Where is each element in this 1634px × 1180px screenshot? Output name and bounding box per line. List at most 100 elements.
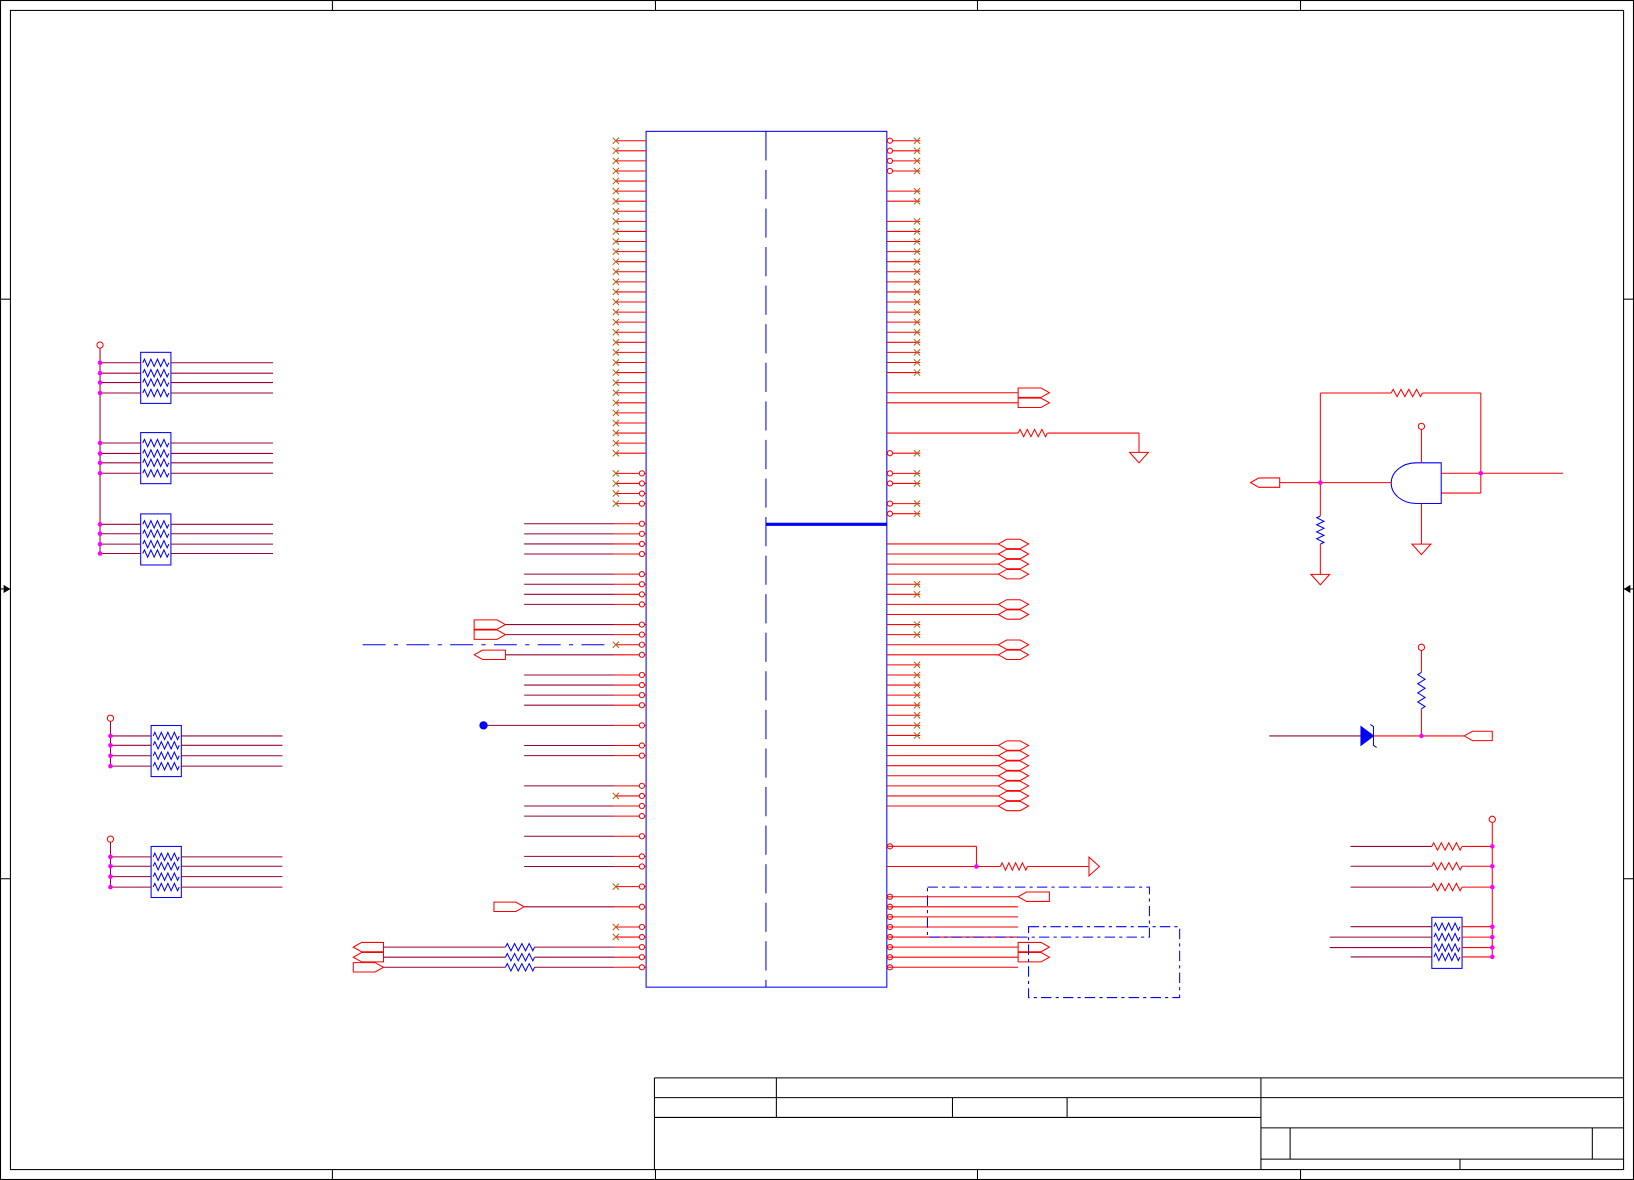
resistor-icon xyxy=(1431,841,1463,852)
resistor-icon xyxy=(1431,861,1463,872)
right-pin xyxy=(886,187,921,195)
right-pin xyxy=(886,701,921,709)
left-pin xyxy=(612,389,647,397)
left-pin xyxy=(612,348,647,356)
left-pin-net xyxy=(524,863,647,870)
right-pin xyxy=(886,671,921,679)
right-pin-net xyxy=(886,770,1030,781)
pin-marker xyxy=(638,933,646,941)
junction-dot xyxy=(108,733,113,739)
resistor-element xyxy=(142,438,170,448)
port-icon xyxy=(997,790,1030,802)
right-pin xyxy=(886,580,921,588)
left-pin xyxy=(612,288,647,296)
left-pin xyxy=(612,429,647,437)
left-pin xyxy=(612,439,647,447)
pin-marker xyxy=(638,964,646,971)
diode-body xyxy=(1360,725,1375,747)
resistor-element xyxy=(152,851,180,862)
port-icon xyxy=(1017,387,1051,398)
junction-dot xyxy=(97,360,103,366)
right-pin xyxy=(886,691,921,699)
resistor-element xyxy=(152,761,180,772)
junction-dot xyxy=(97,522,103,527)
title-block xyxy=(653,1077,1624,1170)
left-ports xyxy=(362,619,613,913)
right-pin xyxy=(886,510,921,518)
left-pin-net xyxy=(524,812,647,820)
port-icon xyxy=(352,951,385,963)
resistor-element xyxy=(142,357,170,368)
pin-marker xyxy=(638,802,646,810)
right-pin-net xyxy=(886,750,1030,761)
gate-circuit xyxy=(1249,388,1564,586)
ground-icon xyxy=(1309,573,1331,586)
left-pin xyxy=(612,479,647,487)
left-pin xyxy=(612,318,647,326)
right-pin xyxy=(886,711,921,719)
left-pin-net xyxy=(524,853,647,860)
left-pin xyxy=(612,358,647,366)
pin-marker xyxy=(638,792,646,800)
right-pin xyxy=(886,721,921,729)
resistor-element xyxy=(1433,932,1461,943)
left-pin-net xyxy=(524,591,647,598)
right-pin-net xyxy=(886,964,1019,971)
pin-marker xyxy=(638,883,646,890)
left-pin-net xyxy=(524,752,647,759)
port-icon xyxy=(997,639,1030,650)
port-icon xyxy=(352,941,385,953)
right-pin-net xyxy=(886,599,1030,610)
port-icon xyxy=(1017,891,1050,902)
left-pin xyxy=(612,147,647,155)
port-icon xyxy=(352,962,385,973)
pin-marker xyxy=(638,500,646,507)
power-pin-icon xyxy=(96,341,104,349)
resistor-network-icon xyxy=(140,513,172,566)
left-pin xyxy=(612,409,647,417)
junction-dot xyxy=(1489,844,1495,849)
port-icon xyxy=(473,629,507,640)
resistor-element xyxy=(142,539,170,550)
pin-marker xyxy=(638,833,646,840)
right-pin-net xyxy=(886,639,1030,650)
right-pin xyxy=(886,157,921,165)
right-pin-net xyxy=(886,740,1030,751)
resistor-network-bank-lower-left xyxy=(106,714,283,778)
right-pin xyxy=(886,288,921,296)
outer-border xyxy=(0,0,1634,1180)
pin-marker xyxy=(886,500,894,507)
right-pin xyxy=(886,167,921,175)
right-pin xyxy=(886,681,921,689)
pin-marker xyxy=(638,943,646,951)
resistor-icon xyxy=(504,952,536,963)
resistor-element xyxy=(142,519,170,530)
junction-dot xyxy=(108,763,113,769)
left-pin xyxy=(612,500,647,508)
left-pin-net xyxy=(524,520,647,527)
resistor-element xyxy=(152,861,180,872)
power-pin-icon xyxy=(1417,422,1426,430)
junction-dot xyxy=(974,864,979,869)
right-pin-net xyxy=(886,800,1030,812)
power-pin-icon xyxy=(106,714,115,722)
right-pin-net xyxy=(886,903,1019,910)
right-pin xyxy=(886,197,921,205)
resistor-element xyxy=(152,740,180,751)
pin-marker xyxy=(886,157,894,165)
left-pin-net xyxy=(524,903,647,910)
right-pin xyxy=(886,217,921,225)
junction-dot xyxy=(1419,733,1424,739)
left-pin-net xyxy=(524,601,647,608)
left-pin xyxy=(612,248,647,256)
left-pin-net xyxy=(524,671,647,679)
power-pin-icon xyxy=(1488,815,1496,823)
left-pin xyxy=(612,238,647,246)
pin-marker xyxy=(638,812,646,820)
left-pin xyxy=(612,469,647,477)
left-pin-net xyxy=(524,691,647,699)
resistor-icon xyxy=(1416,671,1427,710)
ground-icon xyxy=(1128,451,1150,464)
pin-marker xyxy=(638,923,646,931)
left-pin-net xyxy=(505,621,647,628)
